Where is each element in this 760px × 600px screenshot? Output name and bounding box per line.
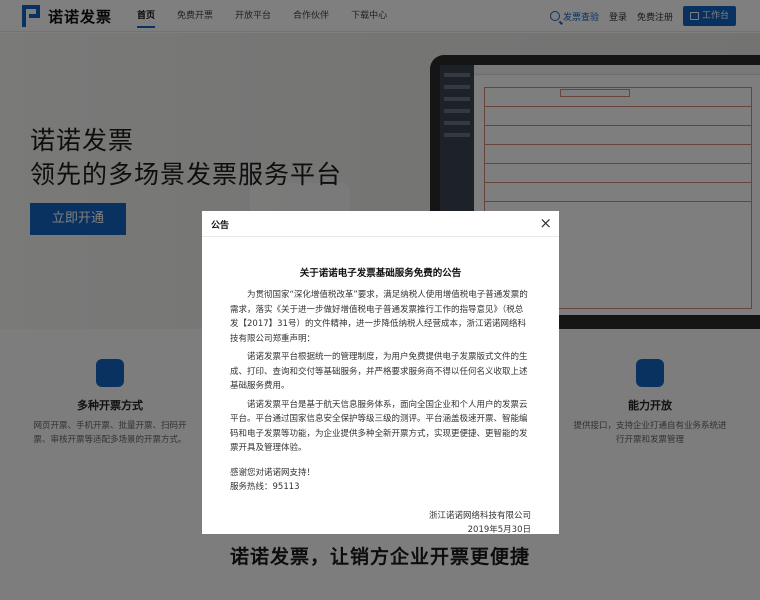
notice-signer: 浙江诺诺网络科技有限公司 [428,510,531,521]
notice-paragraph: 诺诺发票平台是基于航天信息服务体系，面向全国企业和个人用户的发票云平台。平台通过… [230,399,528,454]
close-icon[interactable]: × [539,214,552,232]
announcement-modal: 公告 × 关于诺诺电子发票基础服务免费的公告 为贯彻国家“深化增值税改革”要求，… [202,211,559,535]
notice-title: 关于诺诺电子发票基础服务免费的公告 [299,268,462,279]
modal-title: 公告 [211,221,230,231]
notice-thanks: 感谢您对诺诺网支持！ [230,467,316,478]
notice-date: 2019年5月30日 [467,525,531,535]
notice-paragraph: 诺诺发票平台根据统一的管理制度，为用户免费提供电子发票版式文件的生成、打印、查询… [230,352,528,391]
notice-paragraph: 为贯彻国家“深化增值税改革”要求，满足纳税人使用增值税电子普通发票的需求，落实《… [230,290,528,344]
modal-header: 公告 × [202,211,559,237]
notice-hotline: 服务热线：95113 [230,482,300,492]
modal-body: 关于诺诺电子发票基础服务免费的公告 为贯彻国家“深化增值税改革”要求，满足纳税人… [202,265,559,538]
